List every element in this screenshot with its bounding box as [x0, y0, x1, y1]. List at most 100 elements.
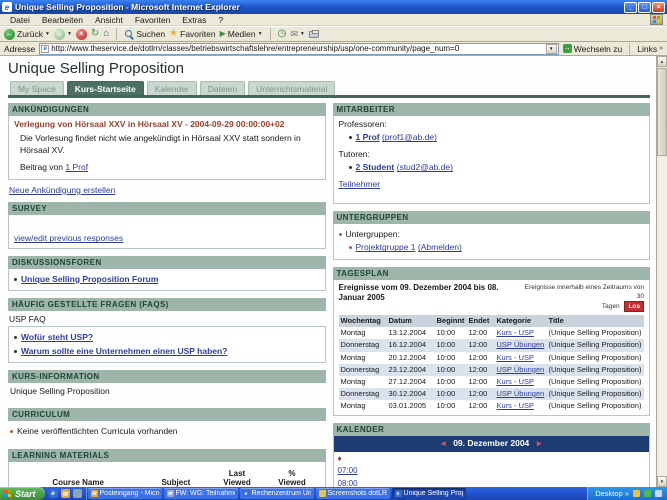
- right-column: MITARBEITER Professoren: 1 Prof (prof1@a…: [332, 103, 650, 487]
- forward-caret-icon[interactable]: ▼: [67, 31, 72, 37]
- taskbar-button-fw-mail[interactable]: ✉ FW: WG: Teilnahme v...: [163, 488, 238, 499]
- prev-day-button[interactable]: ◄: [439, 439, 447, 450]
- menu-favoriten[interactable]: Favoriten: [129, 15, 176, 25]
- faq-question-2-link[interactable]: Warum sollte eine Unternehmen einen USP …: [21, 346, 227, 357]
- show-desktop-icon[interactable]: [72, 489, 82, 498]
- media-caret-icon[interactable]: ▼: [258, 31, 263, 37]
- history-button[interactable]: ◷: [278, 29, 287, 39]
- menu-datei[interactable]: Datei: [4, 15, 36, 25]
- mail-button[interactable]: ✉ ▼: [290, 29, 305, 39]
- refresh-button[interactable]: ↻: [91, 29, 99, 39]
- column-beginnt: Beginnt: [434, 315, 467, 328]
- faq-question-1-link[interactable]: Wofür steht USP?: [21, 332, 93, 343]
- maximize-button[interactable]: □: [638, 1, 651, 13]
- menu-extras[interactable]: Extras: [176, 15, 212, 25]
- menu-ansicht[interactable]: Ansicht: [89, 15, 129, 25]
- system-tray: Desktop »: [587, 487, 667, 500]
- tab-unterrichtsmaterial[interactable]: Unterrichtsmaterial: [248, 81, 336, 95]
- scroll-up-button[interactable]: ▲: [657, 56, 667, 67]
- event-link[interactable]: USP Übungen: [497, 389, 545, 398]
- tab-kurs-startseite[interactable]: Kurs-Startseite: [66, 81, 144, 95]
- event-link[interactable]: Kurs - USP: [497, 328, 535, 337]
- home-button[interactable]: ⌂: [103, 29, 109, 39]
- ie-quicklaunch-icon[interactable]: e: [48, 489, 58, 498]
- forums-header: DISKUSSIONSFOREN: [8, 255, 326, 269]
- taskbar-button-usp[interactable]: e Unique Selling Proposi...: [391, 488, 466, 499]
- address-url[interactable]: http://www.theservice.de/dotlrn/classes/…: [51, 44, 544, 53]
- unsubscribe-link[interactable]: (Abmelden): [418, 242, 462, 252]
- tray-icon[interactable]: [633, 490, 640, 497]
- back-button[interactable]: ← Zurück ▼: [4, 28, 50, 40]
- professor-link[interactable]: 1 Prof: [356, 132, 380, 142]
- taskbar-button-screenshots[interactable]: Screenshots dotLRN...: [315, 488, 390, 499]
- addressbar-separator: [629, 42, 631, 55]
- dayplan-row: Donnerstag 16.12.2004 10:00 12:00 USP Übunge…: [338, 339, 644, 352]
- tab-my-space[interactable]: My Space: [10, 81, 64, 95]
- dayplan-filter: Ereignisse innerhalb eines Zeitraums von…: [517, 283, 644, 313]
- column-kategorie: Kategorie: [494, 315, 547, 328]
- taskbar: Start e ✉ ✉ Posteingang - Micros... ✉ FW…: [0, 487, 667, 500]
- go-button[interactable]: → Wechseln zu: [562, 44, 622, 54]
- survey-header: SURVEY: [8, 201, 326, 215]
- event-link[interactable]: USP Übungen: [497, 340, 545, 349]
- tutor-link[interactable]: 2 Student: [356, 162, 395, 172]
- menu-hilfe[interactable]: ?: [212, 15, 229, 25]
- dayplan-table: Wochentag Datum Beginnt Endet Kategorie …: [338, 315, 644, 412]
- scroll-down-button[interactable]: ▼: [657, 476, 667, 487]
- mail-quicklaunch-icon[interactable]: ✉: [60, 489, 70, 498]
- tab-kalender[interactable]: Kalender: [146, 81, 197, 95]
- desktop-toolbar-label[interactable]: Desktop »: [595, 489, 629, 498]
- favorites-button[interactable]: ★ Favoriten: [169, 28, 215, 40]
- search-button[interactable]: Suchen: [124, 29, 165, 39]
- tray-icon[interactable]: [644, 490, 651, 497]
- address-input[interactable]: e http://www.theservice.de/dotlrn/classe…: [39, 42, 559, 55]
- scrollbar-thumb[interactable]: [657, 68, 667, 156]
- participants-link[interactable]: Teilnehmer: [339, 179, 381, 189]
- diamond-icon: ♦: [337, 453, 342, 463]
- next-day-button[interactable]: ►: [535, 439, 543, 450]
- event-link[interactable]: USP Übungen: [497, 365, 545, 374]
- bullet-icon: [14, 349, 17, 353]
- calendar-time-slot[interactable]: 08:00: [338, 479, 358, 487]
- announcement-author-link[interactable]: 1 Prof: [65, 162, 88, 172]
- page-scrollbar[interactable]: ▲ ▼: [656, 56, 667, 487]
- print-button[interactable]: [308, 29, 319, 38]
- los-button[interactable]: Los: [624, 301, 644, 313]
- tray-icon[interactable]: [655, 490, 662, 497]
- event-link[interactable]: Kurs - USP: [497, 377, 535, 386]
- professor-email-link[interactable]: (prof1@ab.de): [382, 132, 437, 142]
- course-info-header: KURS-INFORMATION: [8, 370, 326, 384]
- forum-link[interactable]: Unique Selling Proposition Forum: [21, 274, 158, 285]
- column-last-viewed: Last Viewed: [209, 467, 265, 487]
- project-group-link[interactable]: Projektgruppe 1: [356, 242, 416, 252]
- close-button[interactable]: ×: [652, 1, 665, 13]
- survey-responses-link[interactable]: view/edit previous responses: [14, 233, 123, 244]
- calendar-time-slot[interactable]: 07:00: [338, 466, 358, 477]
- event-link[interactable]: Kurs - USP: [497, 353, 535, 362]
- taskbar-button-posteingang[interactable]: ✉ Posteingang - Micros...: [87, 488, 162, 499]
- back-icon: ←: [4, 28, 15, 40]
- forward-button[interactable]: → ▼: [53, 28, 72, 40]
- new-announcement-link[interactable]: Neue Ankündigung erstellen: [9, 185, 115, 195]
- learning-materials-portlet: LEARNING MATERIALS Course Name Subject L…: [8, 449, 326, 487]
- subgroups-label: Untergruppen:: [345, 229, 400, 239]
- start-button[interactable]: Start: [0, 487, 45, 500]
- menu-bearbeiten[interactable]: Bearbeiten: [36, 15, 89, 25]
- tutor-email-link[interactable]: (stud2@ab.de): [397, 162, 453, 172]
- back-caret-icon[interactable]: ▼: [45, 31, 50, 37]
- links-toolbar[interactable]: Links »: [637, 44, 663, 54]
- tab-dateien[interactable]: Dateien: [199, 81, 246, 95]
- minimize-button[interactable]: _: [624, 1, 637, 13]
- calendar-date: 09. Dezember 2004: [453, 438, 530, 449]
- media-button[interactable]: ▶ Medien ▼: [220, 29, 263, 39]
- address-dropdown-button[interactable]: ▼: [545, 43, 557, 54]
- outlook-icon: ✉: [90, 490, 98, 497]
- curriculum-portlet: CURRICULUM Keine veröffentlichten Curric…: [8, 407, 326, 442]
- favorites-star-icon: ★: [169, 28, 179, 39]
- stop-button[interactable]: ×: [75, 28, 87, 40]
- event-link[interactable]: Kurs - USP: [497, 401, 535, 410]
- browser-toolbar: ← Zurück ▼ → ▼ × ↻ ⌂ Suchen ★ Favoriten …: [0, 26, 667, 42]
- mail-caret-icon[interactable]: ▼: [300, 31, 305, 37]
- taskbar-button-rechenzentrum[interactable]: e Rechenzentrum Uni K...: [239, 488, 314, 499]
- search-icon: [124, 29, 134, 39]
